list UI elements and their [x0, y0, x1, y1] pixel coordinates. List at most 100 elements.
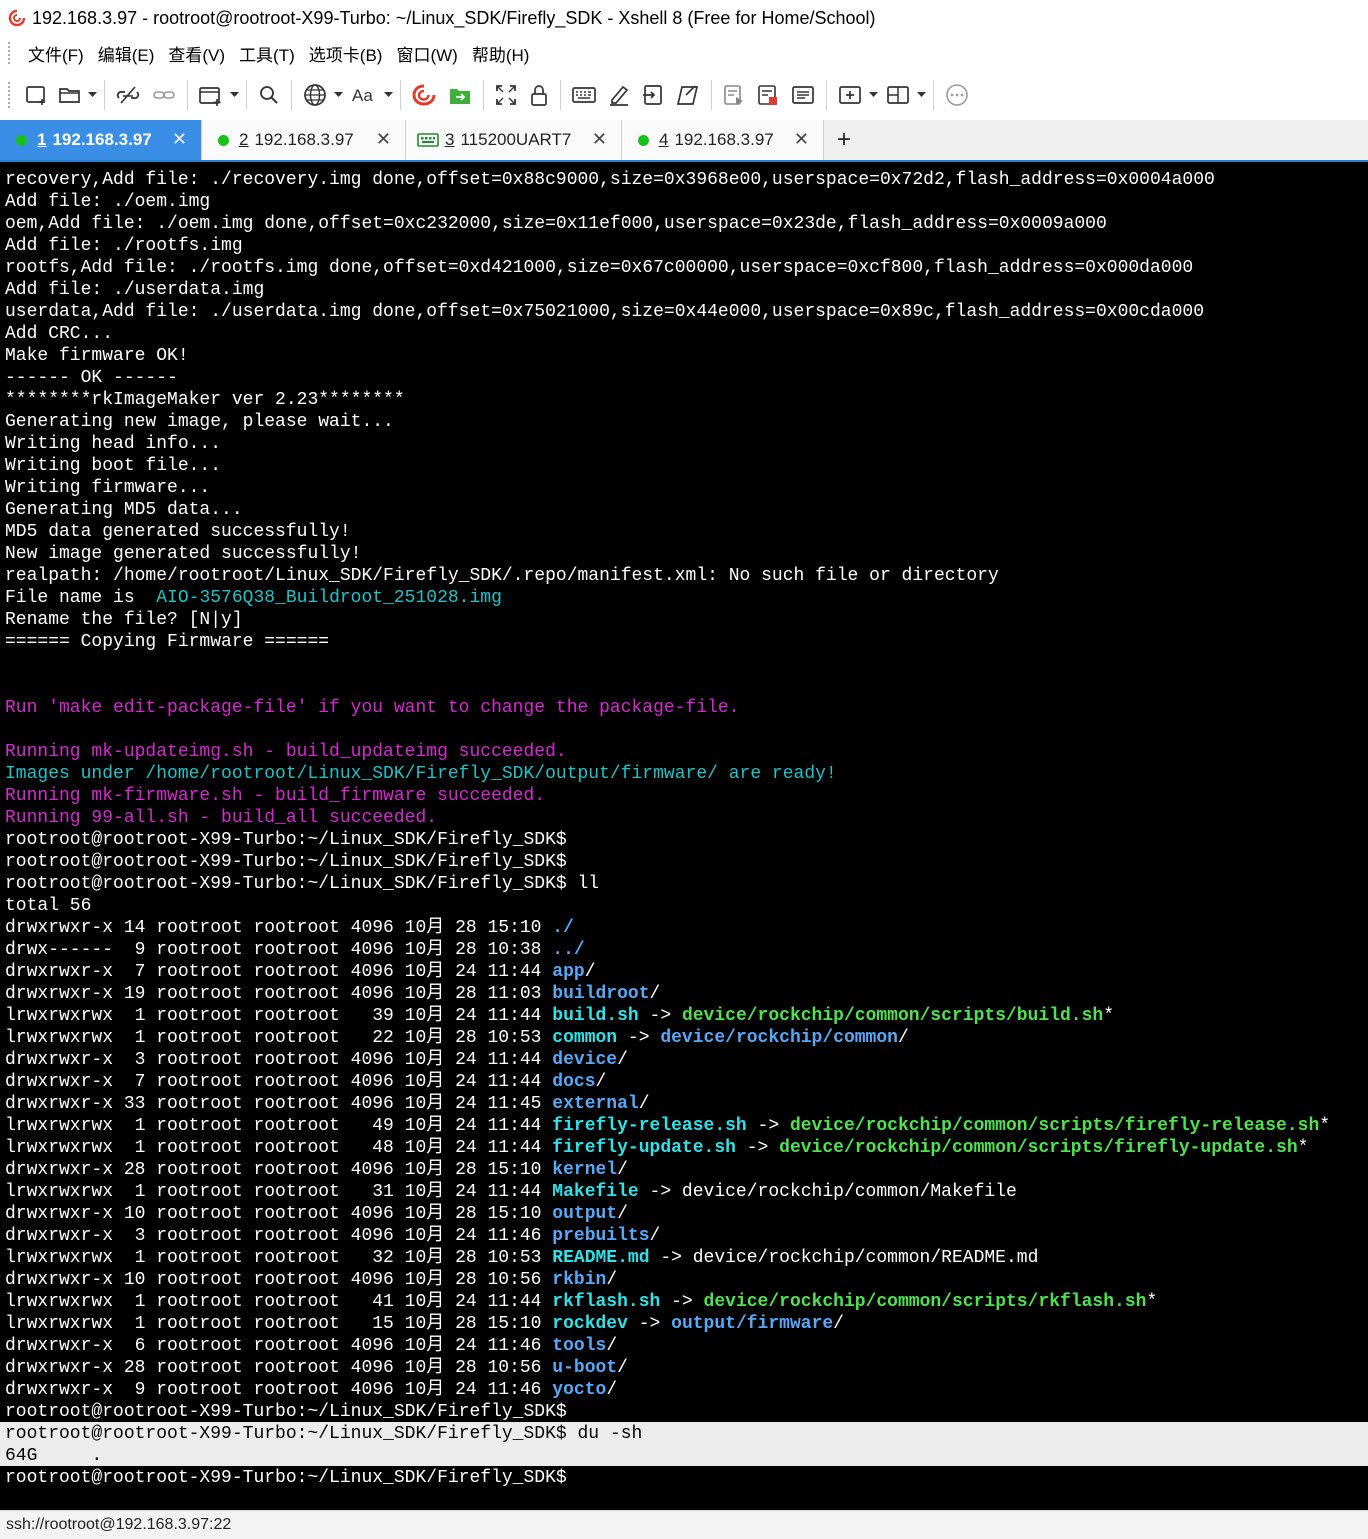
globe-icon[interactable]	[297, 80, 333, 110]
terminal-text: /	[606, 1380, 618, 1400]
lock-icon[interactable]	[523, 80, 555, 110]
terminal-text: /	[584, 962, 596, 982]
session-tab-3[interactable]: 3 115200UART7 ✕	[406, 120, 622, 160]
chevron-down-icon[interactable]	[333, 80, 343, 110]
terminal-line: Rename the file? [N|y]	[5, 609, 243, 631]
terminal-text: *	[1297, 1138, 1309, 1158]
terminal-text: New image generated successfully!	[5, 544, 362, 564]
terminal-text: drwxrwxr-x 3 rootroot rootroot 4096 10月 …	[5, 1050, 553, 1070]
terminal-text: README.md	[552, 1248, 650, 1268]
menu-help[interactable]: 帮助(H)	[465, 41, 537, 66]
terminal-text: rootroot@rootroot-X99-Turbo:~/Linux_SDK/…	[5, 1468, 567, 1488]
xftp-icon[interactable]	[442, 80, 478, 110]
chevron-down-icon[interactable]	[229, 80, 239, 110]
terminal-text: ------ OK ------	[5, 368, 178, 388]
find-icon[interactable]	[252, 80, 286, 110]
keyboard-icon[interactable]	[566, 80, 602, 110]
compose-icon[interactable]	[670, 80, 706, 110]
layout-icon[interactable]	[880, 80, 916, 110]
add-tab-icon[interactable]: +	[824, 120, 864, 160]
reconnect-icon[interactable]	[146, 80, 182, 110]
transfer-icon[interactable]	[785, 80, 821, 110]
terminal-output[interactable]: recovery,Add file: ./recovery.img done,o…	[0, 162, 1368, 1510]
tab-number: 2	[239, 130, 249, 149]
script-icon[interactable]	[636, 80, 670, 110]
terminal-line: drwxrwxr-x 10 rootroot rootroot 4096 10月…	[5, 1269, 617, 1291]
terminal-line: Running mk-updateimg.sh - build_updateim…	[5, 741, 567, 763]
close-icon[interactable]: ✕	[592, 129, 607, 150]
terminal-text: Add CRC...	[5, 324, 114, 344]
terminal-text: lrwxrwxrwx 1 rootroot rootroot 49 10月 24…	[5, 1116, 553, 1136]
new-tab-window-icon[interactable]	[193, 80, 229, 110]
tab-label: 192.168.3.97	[254, 130, 354, 149]
terminal-text: drwxrwxr-x 14 rootroot rootroot 4096 10月…	[5, 918, 553, 938]
menu-tabs[interactable]: 选项卡(B)	[302, 41, 390, 66]
menu-edit[interactable]: 编辑(E)	[91, 41, 162, 66]
menubar-grip	[8, 42, 13, 64]
toolbar-separator	[291, 80, 292, 110]
terminal-line: 64G .	[5, 1445, 102, 1467]
terminal-line: drwxrwxr-x 7 rootroot rootroot 4096 10月 …	[5, 961, 596, 983]
terminal-text: drwx------ 9 rootroot rootroot 4096 10月 …	[5, 940, 553, 960]
session-tab-4[interactable]: 4 192.168.3.97 ✕	[622, 120, 824, 160]
terminal-line: Running 99-all.sh - build_all succeeded.	[5, 807, 437, 829]
terminal-line: rootroot@rootroot-X99-Turbo:~/Linux_SDK/…	[5, 829, 567, 851]
xshell-app-icon	[8, 9, 26, 27]
terminal-text: /	[617, 1050, 628, 1070]
terminal-line: Generating new image, please wait...	[5, 411, 394, 433]
font-icon[interactable]: Aa	[345, 80, 383, 110]
chevron-down-icon[interactable]	[383, 80, 393, 110]
disconnect-icon[interactable]	[110, 80, 146, 110]
terminal-text: lrwxrwxrwx 1 rootroot rootroot 41 10月 24…	[5, 1292, 553, 1312]
new-session-icon[interactable]	[19, 80, 53, 110]
terminal-text: device	[552, 1050, 618, 1070]
status-bar: ssh://rootroot@192.168.3.97:22	[0, 1510, 1368, 1539]
terminal-text: drwxrwxr-x 7 rootroot rootroot 4096 10月 …	[5, 1072, 553, 1092]
fullscreen-icon[interactable]	[489, 80, 523, 110]
tab-label: 115200UART7	[460, 130, 572, 149]
record-icon[interactable]	[751, 80, 785, 110]
connected-status-dot	[218, 134, 229, 146]
serial-port-icon	[417, 133, 439, 147]
chevron-down-icon[interactable]	[87, 80, 97, 110]
terminal-line: realpath: /home/rootroot/Linux_SDK/Firef…	[5, 565, 999, 587]
open-folder-icon[interactable]	[53, 80, 87, 110]
terminal-text: device/rockchip/common/scripts/firefly-r…	[789, 1116, 1320, 1136]
terminal-text: -> device/rockchip/common/Makefile	[638, 1182, 1017, 1202]
menu-window[interactable]: 窗口(W)	[389, 41, 464, 66]
session-tab-1[interactable]: 1 192.168.3.97 ✕	[0, 120, 202, 160]
chevron-down-icon[interactable]	[868, 80, 878, 110]
menu-file[interactable]: 文件(F)	[21, 41, 91, 66]
menu-tools[interactable]: 工具(T)	[232, 41, 302, 66]
terminal-text: ====== Copying Firmware ======	[5, 632, 330, 652]
terminal-line: rootfs,Add file: ./rootfs.img done,offse…	[5, 257, 1193, 279]
terminal-text: Running 99-all.sh - build_all succeeded.	[5, 808, 438, 828]
toolbar-separator	[400, 80, 401, 110]
terminal-text: Run 'make edit-package-file' if you want…	[5, 698, 740, 718]
terminal-text: /	[595, 1072, 607, 1092]
terminal-text: /	[606, 1336, 618, 1356]
terminal-text: ./	[552, 918, 574, 938]
new-pane-icon[interactable]	[832, 80, 868, 110]
tab-number: 4	[659, 130, 669, 149]
close-icon[interactable]: ✕	[172, 129, 187, 150]
menu-view[interactable]: 查看(V)	[161, 41, 232, 66]
terminal-line: lrwxrwxrwx 1 rootroot rootroot 32 10月 28…	[5, 1247, 1038, 1269]
terminal-text: lrwxrwxrwx 1 rootroot rootroot 39 10月 24…	[5, 1006, 553, 1026]
toolbar-separator	[104, 80, 105, 110]
session-tab-2[interactable]: 2 192.168.3.97 ✕	[202, 120, 406, 160]
terminal-line: lrwxrwxrwx 1 rootroot rootroot 15 10月 28…	[5, 1313, 844, 1335]
terminal-text: drwxrwxr-x 19 rootroot rootroot 4096 10月…	[5, 984, 553, 1004]
close-icon[interactable]: ✕	[376, 129, 391, 150]
close-icon[interactable]: ✕	[794, 129, 809, 150]
xshell-logo-icon[interactable]	[406, 80, 442, 110]
terminal-line: File name is AIO-3576Q38_Buildroot_25102…	[5, 587, 502, 609]
chevron-down-icon[interactable]	[916, 80, 926, 110]
log-icon[interactable]	[717, 80, 751, 110]
terminal-text: Generating MD5 data...	[5, 500, 243, 520]
terminal-line: lrwxrwxrwx 1 rootroot rootroot 49 10月 24…	[5, 1115, 1330, 1137]
highlight-icon[interactable]	[602, 80, 636, 110]
terminal-line: Make firmware OK!	[5, 345, 189, 367]
chat-icon[interactable]	[939, 80, 975, 110]
terminal-text: lrwxrwxrwx 1 rootroot rootroot 15 10月 28…	[5, 1314, 553, 1334]
